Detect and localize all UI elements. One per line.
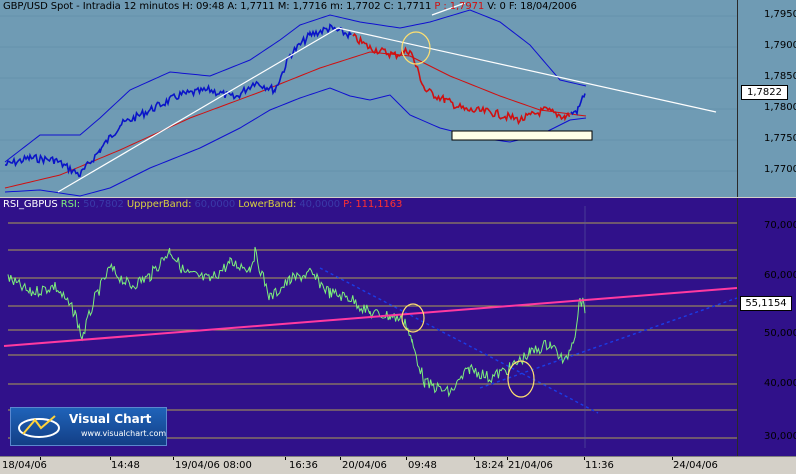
y-tick: 1,7850 <box>764 71 796 82</box>
rsi-line <box>7 246 586 398</box>
price-up-line <box>570 93 586 116</box>
rsi-trendline[interactable] <box>3 287 737 347</box>
logo-title: Visual Chart <box>69 412 152 426</box>
y-tick: 1,7750 <box>764 133 796 144</box>
y-tick: 1,7950 <box>764 9 796 20</box>
rsi-header: RSI_GBPUS RSI: 50,7802 UppperBand: 60,00… <box>3 199 402 210</box>
high-time: H: 09:48 <box>182 1 225 12</box>
lower-band-label: LowerBand: <box>238 199 297 210</box>
current-price-tag: 1,7822 <box>741 85 788 100</box>
y-tick: 40,0000 <box>764 378 796 389</box>
upper-band-value: 60,0000 <box>194 199 236 210</box>
bollinger-bands <box>4 9 587 197</box>
ask-value: A: 1,7711 <box>227 1 275 12</box>
x-tick-label: 18/04/06 <box>2 460 47 471</box>
time-axis[interactable]: 18/04/06 14:48 19/04/06 08:00 16:36 20/0… <box>0 456 796 474</box>
highlight-circle-rsi-1[interactable] <box>401 303 425 333</box>
price-grid <box>0 15 737 172</box>
support-trendline[interactable] <box>57 27 339 193</box>
rsi-label: RSI: <box>60 199 80 210</box>
price-header: GBP/USD Spot - Intradia 12 minutos H: 09… <box>3 1 577 12</box>
upper-band-label: UppperBand: <box>126 199 192 210</box>
rsi-name: RSI_GBPUS <box>3 199 58 210</box>
rsi-chart-pane[interactable]: RSI_GBPUS RSI: 50,7802 UppperBand: 60,00… <box>0 198 796 456</box>
max-value: M: 1,7716 <box>277 1 328 12</box>
x-tick-mark <box>406 457 407 460</box>
x-tick-label: 16:36 <box>289 460 318 471</box>
rsi-series <box>7 246 586 398</box>
x-tick-mark <box>340 457 341 460</box>
x-tick-label: 21/04/06 <box>508 460 553 471</box>
y-tick: 1,7800 <box>764 102 796 113</box>
price-series <box>4 23 586 178</box>
rsi-p-value: P: 111,1163 <box>343 199 403 210</box>
price-plot[interactable] <box>0 0 737 197</box>
y-tick: 1,7900 <box>764 40 796 51</box>
x-tick-label: 11:36 <box>585 460 614 471</box>
price-down-line <box>352 32 571 126</box>
moving-average-path <box>4 51 587 189</box>
x-tick-label: 09:48 <box>408 460 437 471</box>
rsi-dotted-line <box>319 267 599 414</box>
y-tick: 50,0000 <box>764 328 796 339</box>
rsi-dotted-line <box>479 297 737 389</box>
logo-url: www.visualchart.com <box>81 429 167 438</box>
rsi-y-axis[interactable]: 70,0000 60,0000 50,0000 40,0000 30,0000 … <box>737 198 796 456</box>
y-tick: 60,0000 <box>764 270 796 281</box>
visual-chart-logo: Visual Chart www.visualchart.com <box>10 407 167 446</box>
price-y-axis[interactable]: 1,7950 1,7900 1,7850 1,7800 1,7750 1,770… <box>737 0 796 197</box>
x-tick-label: 24/04/06 <box>673 460 718 471</box>
x-tick-mark <box>173 457 174 460</box>
logo-icon <box>18 415 60 438</box>
volume-value: V: 0 <box>487 1 506 12</box>
moving-average-line <box>4 51 587 189</box>
y-tick: 30,0000 <box>764 431 796 442</box>
rsi-value: 50,7802 <box>83 199 124 210</box>
x-tick-mark <box>285 457 286 460</box>
y-tick: 1,7700 <box>764 164 796 175</box>
highlight-circle-rsi-2[interactable] <box>507 360 535 398</box>
close-value: C: 1,7711 <box>383 1 432 12</box>
visual-chart-window: GBP/USD Spot - Intradia 12 minutos H: 09… <box>0 0 796 474</box>
price-chart-pane[interactable]: GBP/USD Spot - Intradia 12 minutos H: 09… <box>0 0 796 197</box>
current-rsi-tag: 55,1154 <box>740 296 792 311</box>
y-tick: 70,0000 <box>764 220 796 231</box>
min-value: m: 1,7702 <box>330 1 381 12</box>
lower-band-value: 40,0000 <box>299 199 340 210</box>
p-value: P : 1,7971 <box>434 1 485 12</box>
support-box[interactable] <box>451 130 593 141</box>
symbol-title: GBP/USD Spot - Intradia 12 minutos <box>3 1 180 12</box>
date-value: F: 18/04/2006 <box>508 1 577 12</box>
lower-band-path <box>4 87 587 197</box>
price-up-line <box>4 23 352 178</box>
rsi-channel-lines <box>319 267 737 414</box>
x-tick-label: 20/04/06 <box>342 460 387 471</box>
x-tick-label: 14:48 <box>111 460 140 471</box>
x-tick-label: 18:24 <box>475 460 504 471</box>
x-tick-label: 19/04/06 08:00 <box>175 460 252 471</box>
